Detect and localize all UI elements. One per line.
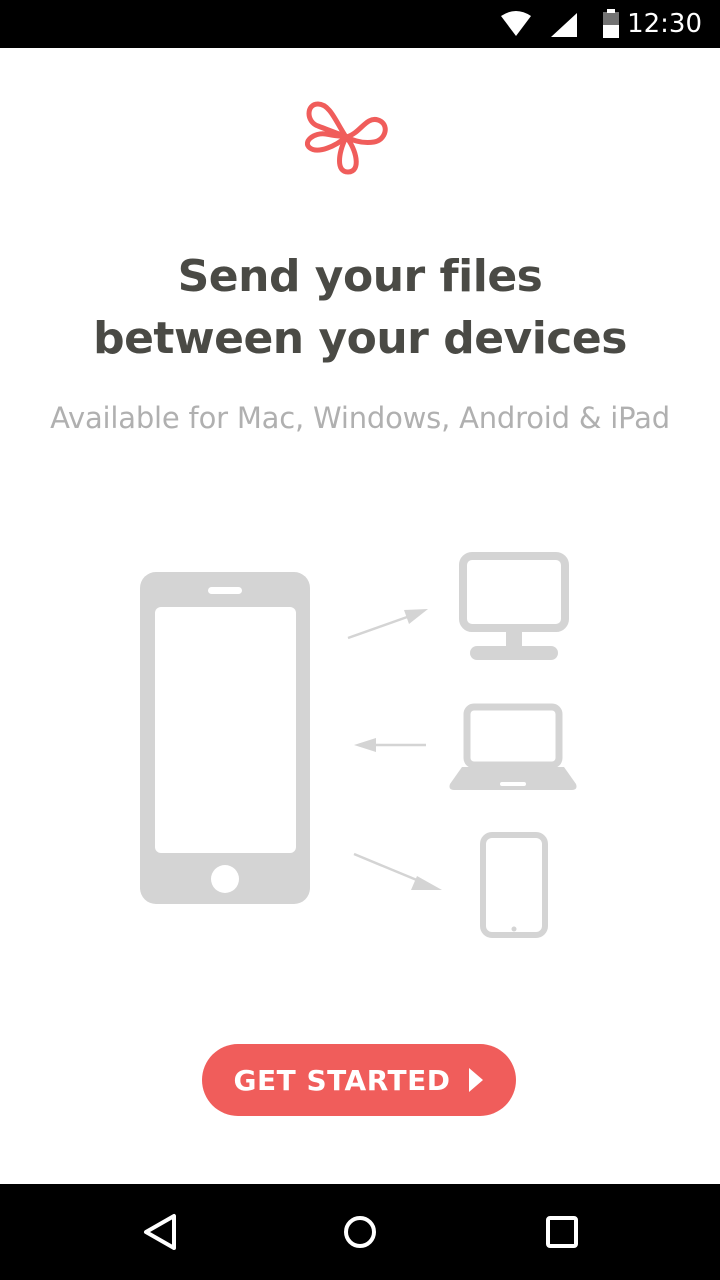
arrow-to-desktop-icon — [347, 609, 428, 640]
arrow-to-tablet-icon — [353, 852, 442, 890]
home-icon[interactable] — [332, 1204, 388, 1260]
battery-icon — [603, 9, 619, 38]
clock: 12:30 — [627, 9, 702, 39]
arrow-from-laptop-icon — [354, 738, 426, 752]
desktop-monitor-icon — [459, 552, 569, 660]
headline-line-2: between your devices — [93, 313, 627, 364]
wifi-icon — [501, 11, 531, 36]
laptop-icon — [449, 703, 577, 790]
signal-icon — [551, 13, 577, 37]
get-started-button[interactable]: GET STARTED — [202, 1044, 516, 1116]
play-arrow-icon — [468, 1068, 483, 1092]
cloverleaf-logo-icon — [304, 101, 388, 175]
navigation-bar — [0, 1184, 720, 1280]
device-transfer-illustration — [140, 552, 577, 938]
smartphone-icon — [140, 572, 310, 904]
recents-icon[interactable] — [534, 1204, 590, 1260]
status-bar: 12:30 — [0, 0, 720, 48]
subtitle: Available for Mac, Windows, Android & iP… — [50, 401, 670, 435]
headline-line-1: Send your files — [177, 251, 543, 302]
tablet-icon — [480, 832, 548, 938]
back-icon[interactable] — [132, 1204, 188, 1260]
get-started-label: GET STARTED — [233, 1063, 451, 1097]
headline: Send your files between your devices — [0, 246, 720, 370]
